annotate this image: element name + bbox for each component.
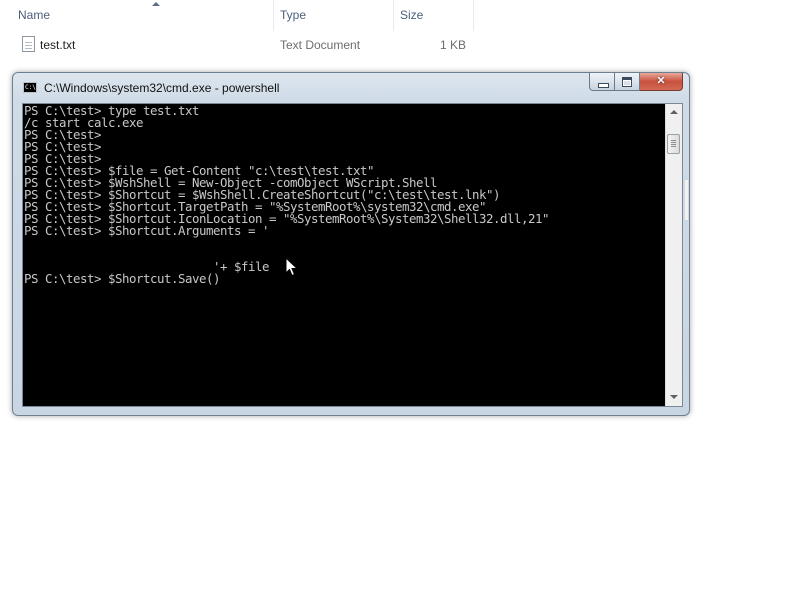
console-window[interactable]: C:\ C:\Windows\system32\cmd.exe - powers… [12,72,690,416]
file-name: test.txt [40,38,76,52]
console-icon[interactable]: C:\ [23,82,37,93]
maximize-button[interactable] [615,73,640,91]
minimize-button[interactable] [589,73,615,91]
file-type: Text Document [280,38,361,52]
column-header-bar: Name Type Size [0,0,474,32]
console-titlebar[interactable]: C:\ C:\Windows\system32\cmd.exe - powers… [13,73,689,101]
sort-ascending-icon [152,2,160,6]
caption-buttons [589,73,683,92]
file-row[interactable]: test.txt Text Document 1 KB [12,34,474,56]
console-line: PS C:\test> $Shortcut.Save() [24,271,220,286]
column-header-type-label: Type [280,8,307,22]
console-line: PS C:\test> $Shortcut.Arguments = ' [24,223,269,238]
column-header-name[interactable]: Name [12,0,274,31]
scrollbar-thumb[interactable] [667,134,680,154]
scroll-down-arrow-icon[interactable] [666,389,682,406]
file-size: 1 KB [439,38,466,52]
column-header-type[interactable]: Type [274,0,394,31]
console-client-area[interactable]: PS C:\test> type test.txt /c start calc.… [22,103,683,407]
column-header-name-label: Name [18,8,51,22]
scroll-up-arrow-icon[interactable] [666,104,682,121]
column-header-size[interactable]: Size [394,0,474,31]
console-output[interactable]: PS C:\test> type test.txt /c start calc.… [24,105,666,405]
mouse-pointer-icon [285,257,299,277]
console-window-title: C:\Windows\system32\cmd.exe - powershell [44,81,280,95]
explorer-scroll-track [685,180,688,220]
text-document-icon [22,36,35,52]
column-header-size-label: Size [400,8,424,22]
close-button[interactable] [640,73,683,91]
console-vertical-scrollbar[interactable] [665,104,682,406]
